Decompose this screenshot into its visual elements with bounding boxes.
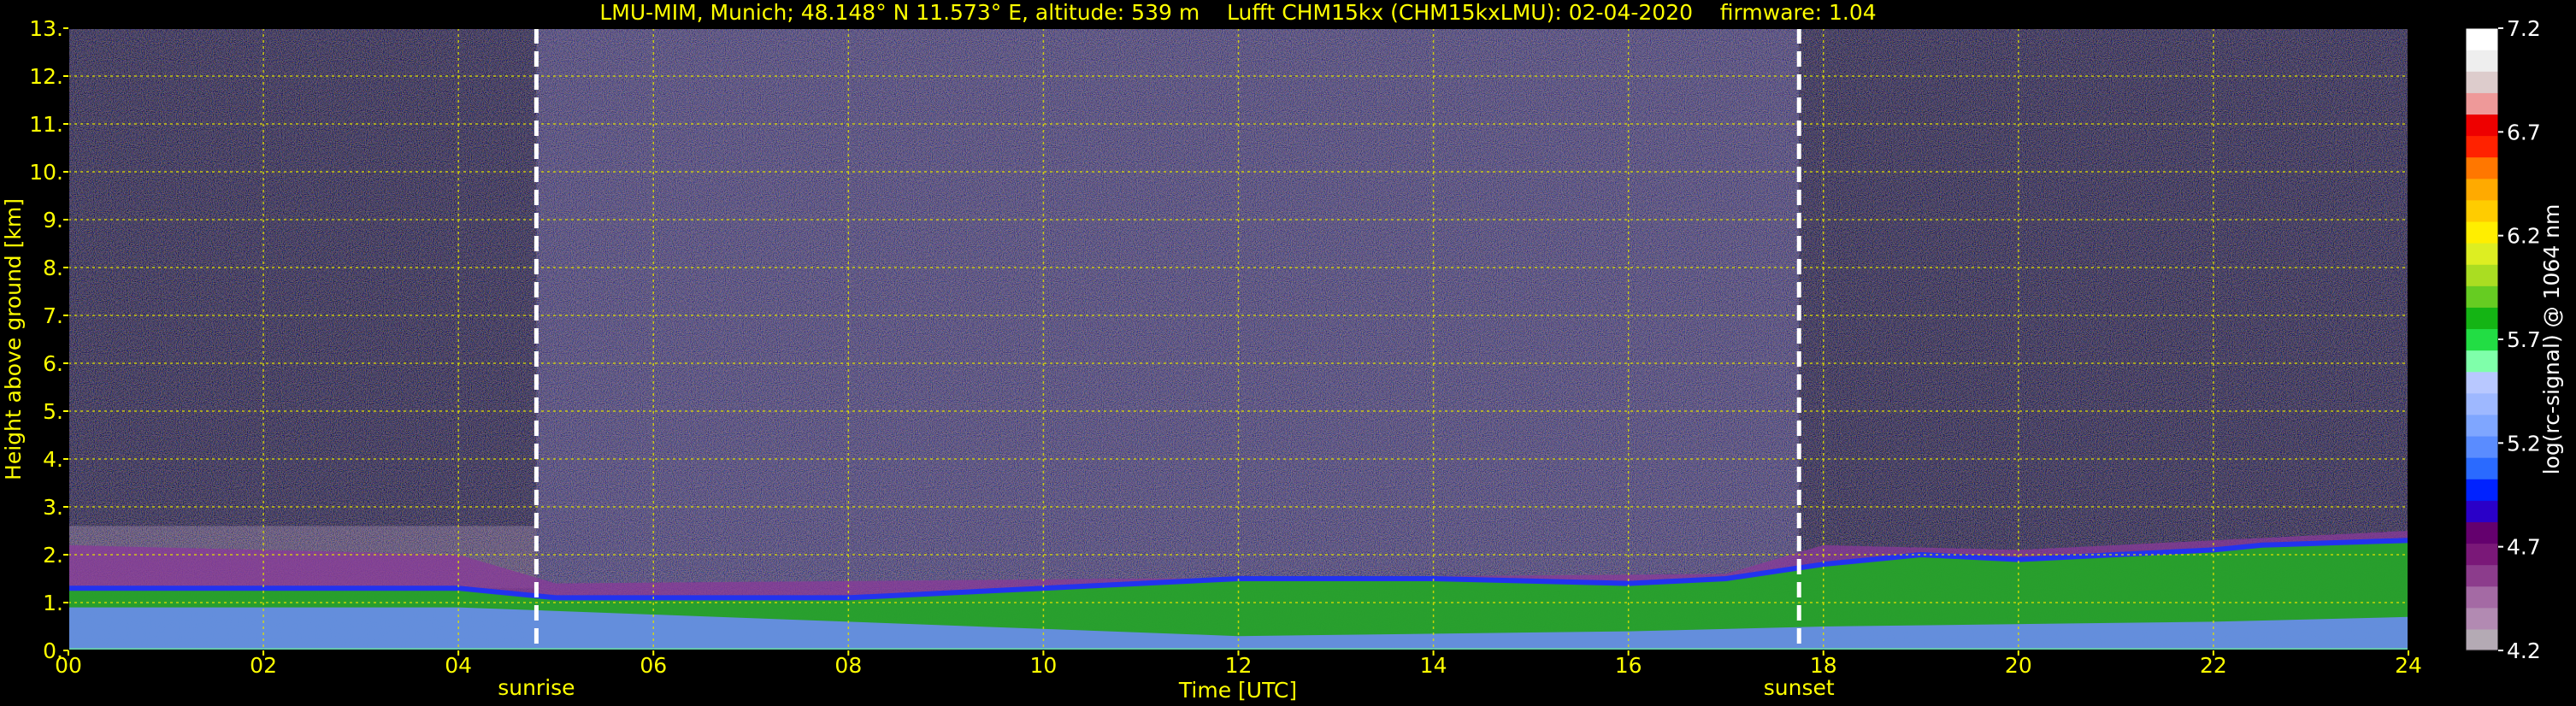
colorbar-segment — [2466, 243, 2498, 265]
y-tick-label: 9. — [43, 208, 63, 232]
y-tick-label: 2. — [43, 543, 63, 568]
colorbar-tick-label: 5.2 — [2507, 431, 2541, 456]
y-tick-label: 4. — [43, 447, 63, 472]
colorbar-segment — [2466, 285, 2498, 308]
x-tick-label: 04 — [445, 653, 472, 678]
colorbar-segment — [2466, 71, 2498, 93]
colorbar-tick-label: 4.7 — [2507, 535, 2541, 560]
x-tick-label: 02 — [250, 653, 277, 678]
colorbar-segment — [2466, 307, 2498, 330]
colorbar-segment — [2466, 585, 2498, 609]
x-tick-label: 20 — [2005, 653, 2032, 678]
x-tick-label: 22 — [2200, 653, 2227, 678]
sun-marker-labels: sunrise sunset — [498, 675, 1835, 700]
y-tick-label: 3. — [43, 495, 63, 520]
colorbar-tick-label: 7.2 — [2507, 16, 2541, 41]
y-tick-label: 7. — [43, 303, 63, 328]
x-tick-label: 06 — [640, 653, 667, 678]
colorbar-segment — [2466, 199, 2498, 222]
colorbar-segment — [2466, 457, 2498, 479]
colorbar-segment — [2466, 156, 2498, 179]
colorbar-segment — [2466, 607, 2498, 630]
y-tick-label: 10. — [29, 160, 63, 185]
colorbar-segment — [2466, 92, 2498, 115]
plot-area — [68, 28, 2408, 650]
x-tick-label: 08 — [834, 653, 862, 678]
y-axis-ticks: 0. 1. 2. 3. 4. 5. 6. 7. 8. 9. 10. 11. 12. 13. — [29, 16, 68, 663]
colorbar-label: log(rc-signal) @ 1064 nm — [2539, 204, 2564, 475]
y-tick-label: 6. — [43, 351, 63, 376]
x-tick-label: 16 — [1615, 653, 1642, 678]
x-tick-label: 12 — [1225, 653, 1253, 678]
colorbar-tick-label: 5.7 — [2507, 327, 2541, 352]
y-tick-label: 5. — [43, 399, 63, 424]
y-tick-label: 1. — [43, 591, 63, 615]
chart-title: LMU-MIM, Munich; 48.148° N 11.573° E, al… — [599, 0, 1876, 25]
y-tick-label: 11. — [29, 112, 63, 137]
colorbar-segment — [2466, 371, 2498, 394]
colorbar-segment — [2466, 479, 2498, 501]
y-tick-label: 12. — [29, 64, 63, 89]
colorbar-segment — [2466, 328, 2498, 351]
x-axis-label: Time [UTC] — [1178, 678, 1297, 703]
y-tick-label: 0. — [43, 638, 63, 663]
x-tick-label: 18 — [1810, 653, 1837, 678]
ceilometer-chart: LMU-MIM, Munich; 48.148° N 11.573° E, al… — [1, 0, 2564, 703]
y-tick-label: 13. — [29, 16, 63, 41]
colorbar-tick-label: 6.2 — [2507, 224, 2541, 249]
x-axis-ticks: 00 02 04 06 08 10 12 14 16 18 20 22 24 — [55, 650, 2422, 678]
colorbar-segment — [2466, 564, 2498, 587]
x-tick-label: 24 — [2395, 653, 2422, 678]
y-axis-label: Height above ground [km] — [1, 198, 26, 480]
y-tick-label: 8. — [43, 256, 63, 280]
colorbar-ticks: 4.2 4.7 5.2 5.7 6.2 6.7 7.2 — [2498, 16, 2541, 663]
colorbar-segment — [2466, 178, 2498, 201]
colorbar-segment — [2466, 414, 2498, 437]
colorbar-segment — [2466, 628, 2498, 651]
sunrise-label: sunrise — [498, 675, 575, 700]
colorbar-segment — [2466, 350, 2498, 373]
colorbar-segment — [2466, 543, 2498, 566]
colorbar-segment — [2466, 264, 2498, 286]
sunset-label: sunset — [1764, 675, 1835, 700]
colorbar-segment — [2466, 521, 2498, 544]
colorbar-segment — [2466, 435, 2498, 458]
colorbar-segment — [2466, 135, 2498, 158]
colorbar-segment — [2466, 50, 2498, 72]
colorbar-segment — [2466, 28, 2498, 50]
colorbar-segment — [2466, 392, 2498, 415]
colorbar-tick-label: 6.7 — [2507, 120, 2541, 144]
colorbar-segment — [2466, 114, 2498, 137]
x-tick-label: 14 — [1420, 653, 1447, 678]
colorbar-tick-label: 4.2 — [2507, 638, 2541, 663]
x-tick-label: 10 — [1030, 653, 1058, 678]
colorbar-segment — [2466, 221, 2498, 244]
colorbar-segment — [2466, 500, 2498, 522]
colorbar — [2465, 27, 2499, 651]
